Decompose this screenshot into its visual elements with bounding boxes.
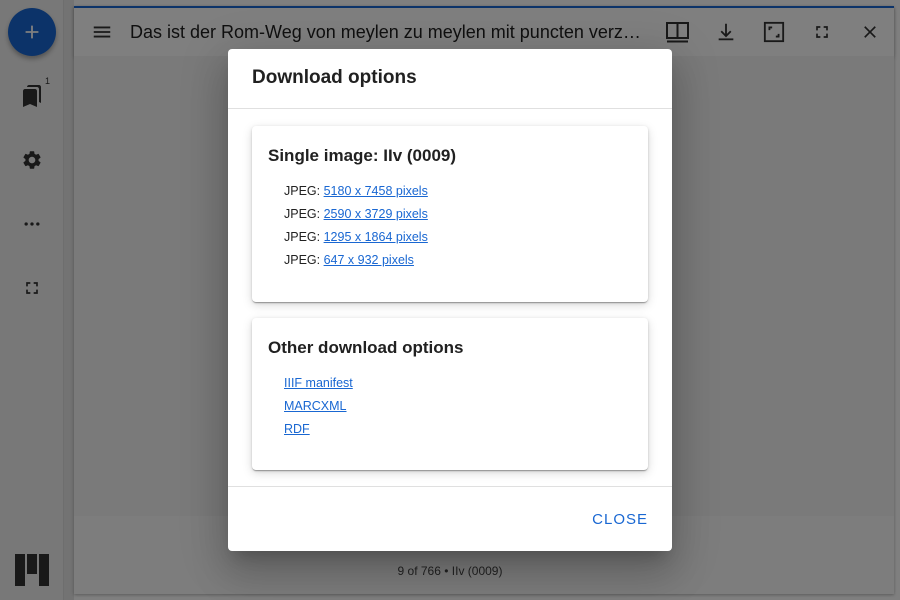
format-label: JPEG:: [284, 207, 324, 221]
marcxml-link[interactable]: MARCXML: [284, 399, 347, 413]
download-options-dialog: Download options Single image: IIv (0009…: [228, 49, 672, 551]
dialog-actions: CLOSE: [228, 486, 672, 551]
list-item: RDF: [284, 418, 632, 441]
list-item: IIIF manifest: [284, 372, 632, 395]
single-image-list: JPEG: 5180 x 7458 pixels JPEG: 2590 x 37…: [268, 180, 632, 272]
list-item: JPEG: 1295 x 1864 pixels: [284, 226, 632, 249]
rdf-link[interactable]: RDF: [284, 422, 310, 436]
list-item: JPEG: 647 x 932 pixels: [284, 249, 632, 272]
dialog-title: Download options: [228, 49, 672, 109]
other-downloads-list: IIIF manifest MARCXML RDF: [268, 372, 632, 441]
list-item: JPEG: 5180 x 7458 pixels: [284, 180, 632, 203]
jpeg-download-link[interactable]: 5180 x 7458 pixels: [324, 184, 428, 198]
single-image-card: Single image: IIv (0009) JPEG: 5180 x 74…: [252, 126, 648, 302]
jpeg-download-link[interactable]: 2590 x 3729 pixels: [324, 207, 428, 221]
close-button[interactable]: CLOSE: [584, 503, 656, 536]
list-item: MARCXML: [284, 395, 632, 418]
other-downloads-heading: Other download options: [268, 338, 464, 357]
iiif-manifest-link[interactable]: IIIF manifest: [284, 376, 353, 390]
dialog-content: Single image: IIv (0009) JPEG: 5180 x 74…: [228, 110, 672, 486]
jpeg-download-link[interactable]: 647 x 932 pixels: [324, 253, 414, 267]
single-image-heading: Single image: IIv (0009): [268, 146, 457, 165]
format-label: JPEG:: [284, 184, 324, 198]
format-label: JPEG:: [284, 253, 324, 267]
other-downloads-card: Other download options IIIF manifest MAR…: [252, 318, 648, 470]
format-label: JPEG:: [284, 230, 324, 244]
jpeg-download-link[interactable]: 1295 x 1864 pixels: [324, 230, 428, 244]
list-item: JPEG: 2590 x 3729 pixels: [284, 203, 632, 226]
